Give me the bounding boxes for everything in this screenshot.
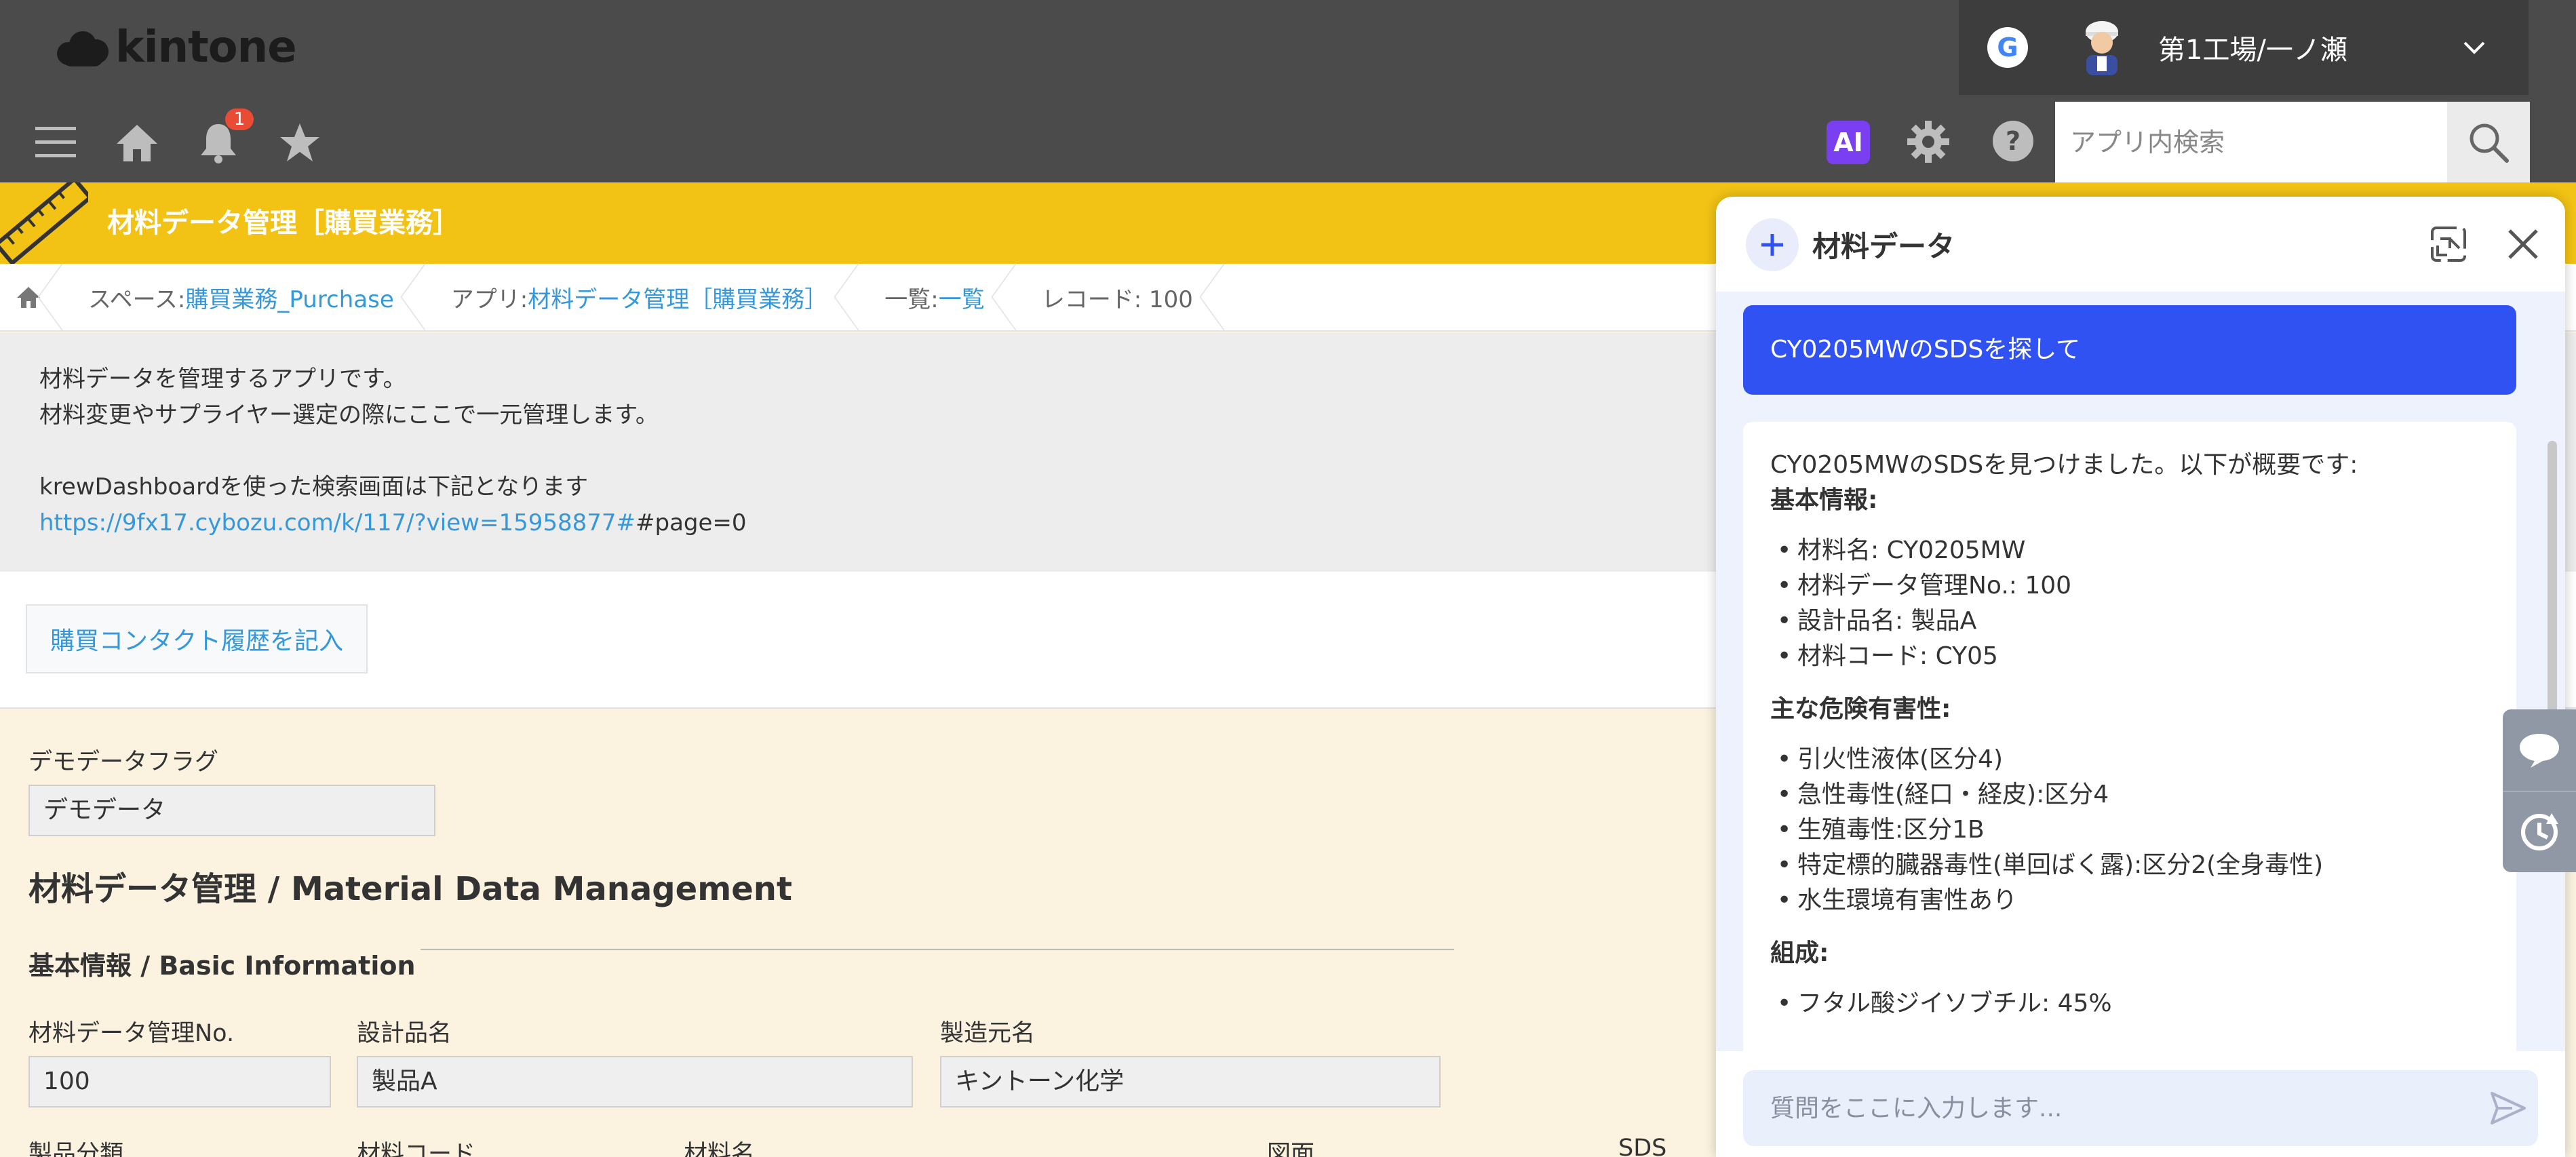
- composition-heading: 組成:: [1770, 939, 1829, 967]
- list-item: 材料データ管理No.: 100: [1770, 568, 2489, 604]
- ai-message: CY0205MWのSDSを見つけました。以下が概要です: 基本情報: 材料名: …: [1743, 422, 2516, 1051]
- section-divider: [421, 949, 1454, 950]
- subsection-title: 基本情報 / Basic Information: [28, 951, 416, 981]
- history-icon[interactable]: [2503, 791, 2576, 872]
- global-header: kintone G 第1工場/一ノ瀬 1 AI ? アプリ内検索: [0, 0, 2576, 183]
- user-name: 第1工場/一ノ瀬: [2158, 35, 2347, 66]
- breadcrumb-space-prefix: スペース:: [88, 286, 186, 313]
- search-input[interactable]: [2055, 102, 2447, 183]
- mgmt-no-label: 材料データ管理No.: [28, 1020, 235, 1047]
- ai-chat-panel: 材料データ CY0205MWのSDSを探して CY0205MWのSDSを見つけま…: [1716, 197, 2565, 1157]
- product-class-label: 製品分類: [28, 1141, 124, 1157]
- ai-intro: CY0205MWのSDSを見つけました。以下が概要です:: [1770, 451, 2358, 479]
- chat-footer: [1716, 1051, 2565, 1157]
- composition-list: フタル酸ジイソブチル: 45%: [1770, 986, 2489, 1021]
- menu-icon[interactable]: [15, 114, 96, 171]
- kintone-logo[interactable]: kintone: [54, 22, 297, 73]
- breadcrumb-app-prefix: アプリ:: [450, 286, 528, 313]
- mgmt-no-field: 100: [28, 1056, 331, 1107]
- comment-icon[interactable]: [2503, 709, 2576, 791]
- list-item: 急性毒性(経口・経皮):区分4: [1770, 777, 2489, 812]
- breadcrumb-space-link[interactable]: 購買業務_Purchase: [185, 281, 393, 314]
- list-item: 生殖毒性:区分1B: [1770, 812, 2489, 848]
- gear-icon[interactable]: [1906, 119, 1951, 167]
- breadcrumb-record-label: レコード: 100: [1041, 286, 1193, 313]
- design-name-label: 設計品名: [357, 1020, 452, 1047]
- breadcrumb-view-link[interactable]: 一覧: [939, 281, 985, 314]
- close-icon[interactable]: [2504, 225, 2542, 266]
- list-item: 材料名: CY0205MW: [1770, 533, 2489, 568]
- chat-scrollbar[interactable]: [2548, 441, 2557, 753]
- google-icon[interactable]: G: [1987, 27, 2028, 68]
- ruler-app-icon: [0, 182, 88, 264]
- breadcrumb-home[interactable]: [0, 263, 62, 331]
- maker-field: キントーン化学: [940, 1056, 1441, 1107]
- send-icon[interactable]: [2489, 1091, 2527, 1129]
- home-icon[interactable]: [96, 114, 178, 171]
- search-icon: [2470, 123, 2509, 163]
- material-name-label: 材料名: [684, 1141, 756, 1157]
- app-search: [2055, 102, 2530, 183]
- sds-label: SDS: [1618, 1135, 1667, 1157]
- link-suffix: #page=0: [636, 509, 747, 536]
- list-item: 水生環境有害性あり: [1770, 883, 2489, 918]
- help-icon[interactable]: ?: [1991, 119, 2035, 165]
- dashboard-link[interactable]: https://9fx17.cybozu.com/k/117/?view=159…: [39, 509, 636, 536]
- breadcrumb-view-prefix: 一覧:: [884, 286, 939, 313]
- design-name-field: 製品A: [357, 1056, 913, 1107]
- star-icon[interactable]: [259, 114, 340, 171]
- list-item: 特定標的臓器毒性(単回ばく露):区分2(全身毒性): [1770, 848, 2489, 883]
- new-chat-button[interactable]: [1746, 218, 1799, 271]
- list-item: 設計品名: 製品A: [1770, 604, 2489, 639]
- chat-title: 材料データ: [1812, 230, 1955, 263]
- chat-input[interactable]: [1743, 1070, 2462, 1146]
- breadcrumb-record: レコード: 100: [1016, 263, 1225, 331]
- maker-label: 製造元名: [940, 1020, 1036, 1047]
- breadcrumb-app: アプリ: 材料データ管理［購買業務］: [425, 263, 859, 331]
- list-item: フタル酸ジイソブチル: 45%: [1770, 986, 2489, 1021]
- svg-text:?: ?: [2006, 126, 2021, 156]
- logo-text: kintone: [115, 22, 297, 73]
- demo-flag-field: デモデータ: [28, 785, 435, 836]
- user-message: CY0205MWのSDSを探して: [1743, 305, 2516, 395]
- plus-icon: [1761, 234, 1783, 256]
- breadcrumb-view: 一覧: 一覧: [859, 263, 1017, 331]
- breadcrumb-app-link[interactable]: 材料データ管理［購買業務］: [528, 281, 827, 314]
- list-item: 材料コード: CY05: [1770, 639, 2489, 674]
- contact-history-button[interactable]: 購買コンタクト履歴を記入: [26, 604, 368, 673]
- app-title: 材料データ管理［購買業務］: [107, 208, 460, 239]
- hazard-list: 引火性液体(区分4) 急性毒性(経口・経皮):区分4 生殖毒性:区分1B 特定標…: [1770, 742, 2489, 918]
- section-title: 材料データ管理 / Material Data Management: [28, 870, 792, 908]
- basic-info-list: 材料名: CY0205MW 材料データ管理No.: 100 設計品名: 製品A …: [1770, 533, 2489, 674]
- search-button[interactable]: [2447, 102, 2530, 183]
- collapse-icon[interactable]: [2429, 225, 2467, 266]
- user-menu[interactable]: G 第1工場/一ノ瀬: [1959, 0, 2529, 95]
- avatar: [2071, 17, 2132, 78]
- cloud-logo-icon: [54, 27, 110, 68]
- side-tabs: [2503, 709, 2576, 872]
- list-item: 引火性液体(区分4): [1770, 742, 2489, 777]
- material-code-label: 材料コード: [357, 1141, 476, 1157]
- chevron-down-icon[interactable]: [2461, 34, 2488, 61]
- notification-badge: 1: [225, 109, 254, 130]
- ai-assistant-button[interactable]: AI: [1827, 121, 1870, 164]
- breadcrumb-space: スペース: 購買業務_Purchase: [62, 263, 425, 331]
- chat-input-wrapper: [1743, 1070, 2538, 1146]
- demo-flag-label: デモデータフラグ: [28, 749, 219, 776]
- chat-header: 材料データ: [1716, 197, 2565, 292]
- notification-bell-icon[interactable]: 1: [178, 109, 259, 171]
- drawing-label: 図面: [1267, 1141, 1315, 1157]
- basic-info-heading: 基本情報:: [1770, 486, 1878, 514]
- hazard-heading: 主な危険有害性:: [1770, 695, 1951, 723]
- home-icon: [17, 287, 40, 308]
- chat-messages[interactable]: CY0205MWのSDSを探して CY0205MWのSDSを見つけました。以下が…: [1716, 292, 2565, 1051]
